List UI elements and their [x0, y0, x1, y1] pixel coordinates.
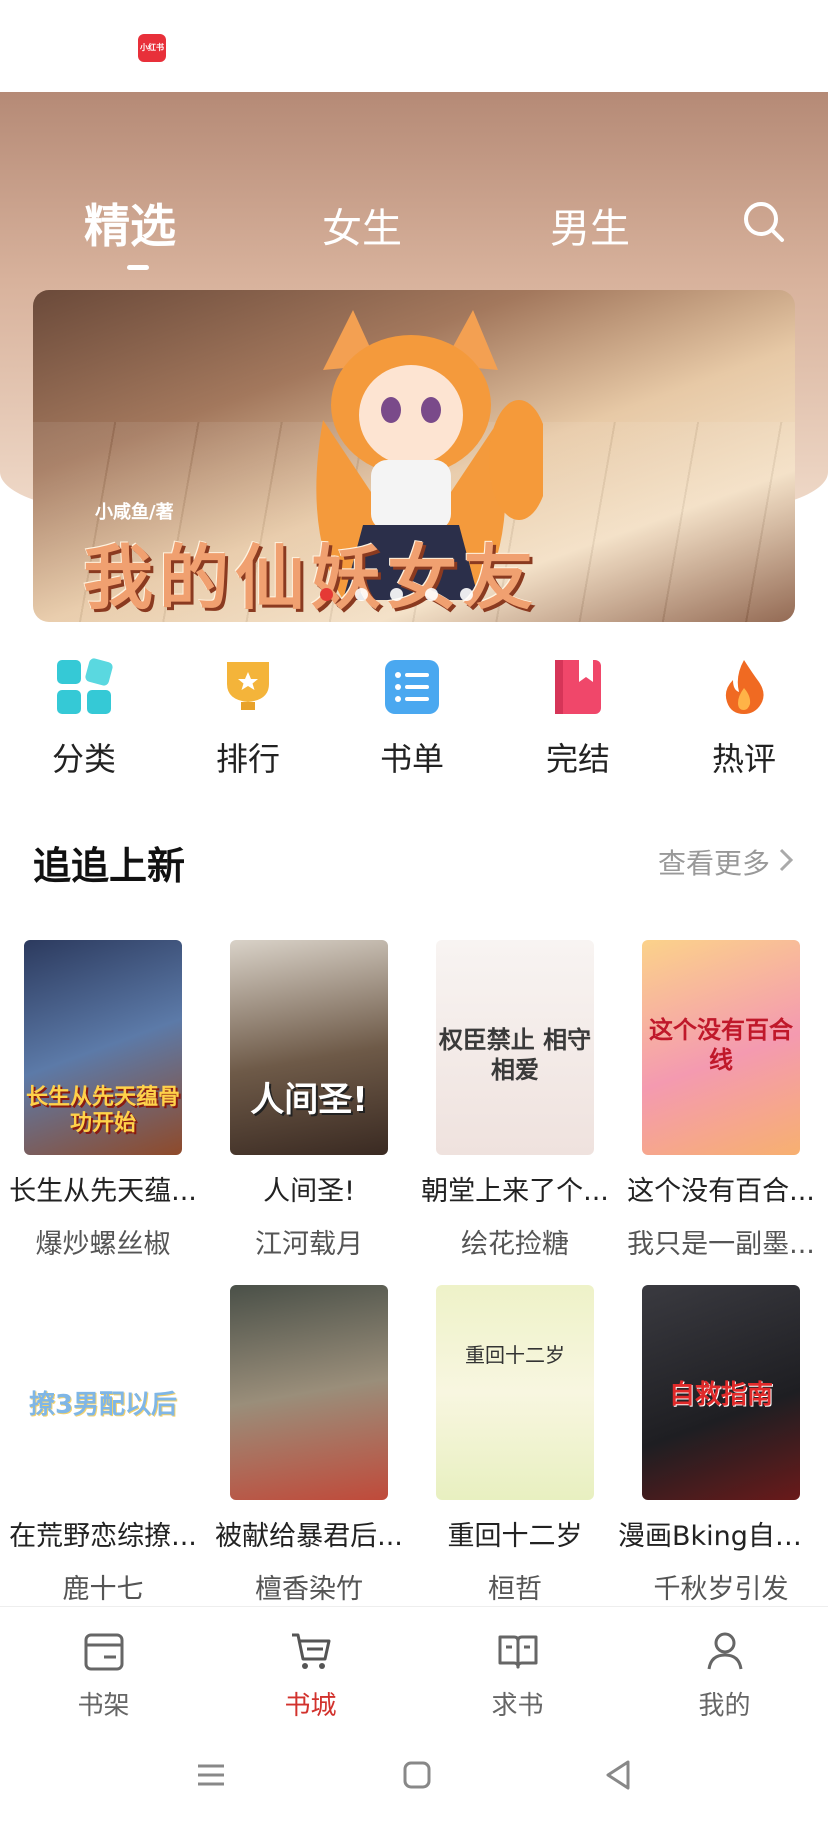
quick-link-label: 完结	[545, 740, 610, 778]
quick-link-label: 分类	[51, 740, 116, 778]
book-cover[interactable]: 权臣禁止 相守相爱	[436, 940, 594, 1155]
nav-bookshelf[interactable]: 书架	[0, 1629, 207, 1722]
book-card[interactable]: 被献给暴君后... 檀香染竹	[206, 1285, 412, 1606]
grid-icon	[57, 658, 113, 714]
tab-featured[interactable]: 精选	[84, 190, 176, 256]
book-cover[interactable]: 这个没有百合线	[642, 940, 800, 1155]
book-author: 爆炒螺丝椒	[35, 1229, 171, 1260]
bookshelf-icon	[84, 1633, 123, 1671]
book-card[interactable]: 权臣禁止 相守相爱 朝堂上来了个... 绘花捡糖	[412, 940, 618, 1261]
back-icon[interactable]	[602, 1758, 636, 1792]
chevron-right-icon[interactable]	[776, 848, 796, 872]
quick-link-label: 书单	[379, 740, 444, 778]
book-card[interactable]: 长生从先天蕴骨功开始 长生从先天蕴... 爆炒螺丝椒	[0, 940, 206, 1261]
tab-male[interactable]: 男生	[550, 196, 630, 254]
book-title: 重回十二岁	[447, 1521, 583, 1552]
trophy-icon	[227, 662, 269, 710]
book-title: 长生从先天蕴...	[9, 1176, 197, 1207]
flame-icon	[725, 660, 764, 714]
quick-link-hot-reviews[interactable]: 热评	[664, 650, 824, 790]
book-cover[interactable]: 重回十二岁	[436, 1285, 594, 1500]
quick-links: 分类 排行 书单 完结 热评	[0, 650, 828, 790]
carousel-dot[interactable]	[460, 588, 473, 601]
nav-label: 求书	[491, 1691, 544, 1721]
book-title: 人间圣!	[263, 1176, 355, 1207]
quick-link-completed[interactable]: 完结	[498, 650, 658, 790]
nav-label: 书城	[284, 1691, 337, 1721]
bookmark-book-icon	[555, 660, 601, 714]
book-cover[interactable]: 撩3男配以后	[24, 1285, 182, 1500]
quick-link-label: 热评	[711, 740, 776, 778]
cover-title-art: 权臣禁止 相守相爱	[438, 1026, 592, 1084]
active-tab-indicator	[127, 265, 149, 270]
book-author: 桓哲	[488, 1574, 542, 1605]
see-more-link[interactable]: 查看更多	[658, 842, 770, 882]
book-author: 檀香染竹	[255, 1574, 363, 1605]
app-notification-icon: 小红书	[138, 34, 166, 62]
book-title: 这个没有百合...	[627, 1176, 815, 1207]
carousel-dot[interactable]	[320, 588, 333, 601]
search-icon[interactable]	[740, 198, 788, 246]
nav-label: 书架	[77, 1691, 130, 1721]
book-author: 我只是一副墨...	[627, 1229, 815, 1260]
book-card[interactable]: 重回十二岁 重回十二岁 桓哲	[412, 1285, 618, 1606]
book-card[interactable]: 撩3男配以后 在荒野恋综撩... 鹿十七	[0, 1285, 206, 1606]
banner-book-title: 我的仙妖女友	[83, 537, 539, 619]
cover-title-art: 撩3男配以后	[28, 1390, 178, 1420]
quick-link-booklists[interactable]: 书单	[332, 650, 492, 790]
tab-female[interactable]: 女生	[322, 196, 402, 254]
book-author: 江河载月	[255, 1229, 363, 1260]
quick-link-label: 排行	[215, 740, 280, 778]
cover-title-art: 重回十二岁	[465, 1343, 565, 1367]
nav-profile[interactable]: 我的	[621, 1629, 828, 1722]
carousel-indicator	[320, 586, 495, 601]
book-title: 在荒野恋综撩...	[9, 1521, 197, 1552]
book-card[interactable]: 人间圣! 人间圣! 江河载月	[206, 940, 412, 1261]
section-title: 追追上新	[33, 844, 186, 888]
cover-title-art: 人间圣!	[250, 1080, 368, 1120]
book-cover[interactable]: 长生从先天蕴骨功开始	[24, 940, 182, 1155]
book-card[interactable]: 这个没有百合线 这个没有百合... 我只是一副墨...	[618, 940, 824, 1261]
channel-tabs: 精选 女生 男生	[0, 190, 828, 280]
carousel-dot[interactable]	[355, 588, 368, 601]
cover-title-art: 长生从先天蕴骨功开始	[25, 1085, 180, 1136]
book-title: 朝堂上来了个...	[421, 1176, 609, 1207]
quick-link-ranking[interactable]: 排行	[168, 650, 328, 790]
home-icon[interactable]	[400, 1758, 434, 1792]
cover-title-art: 这个没有百合线	[649, 1016, 793, 1074]
banner-author: 小咸鱼/著	[95, 502, 174, 523]
cover-title-art: 自救指南	[668, 1380, 773, 1410]
cart-icon	[291, 1633, 330, 1669]
book-cover[interactable]: 自救指南	[642, 1285, 800, 1500]
book-cover[interactable]: 人间圣!	[230, 940, 388, 1155]
quick-link-categories[interactable]: 分类	[4, 650, 164, 790]
book-author: 千秋岁引发	[653, 1574, 789, 1605]
carousel-dot[interactable]	[425, 588, 438, 601]
list-icon	[385, 660, 439, 714]
status-bar: 小红书	[0, 0, 828, 92]
book-card[interactable]: 自救指南 漫画Bking自救... 千秋岁引发	[618, 1285, 824, 1606]
promo-banner[interactable]: 小咸鱼/著 我的仙妖女友	[33, 290, 795, 622]
nav-bookstore[interactable]: 书城	[207, 1629, 414, 1722]
person-icon	[707, 1632, 742, 1670]
bottom-tab-bar: 书架 书城 求书 我的	[0, 1606, 828, 1727]
book-author: 绘花捡糖	[461, 1229, 569, 1260]
menu-icon[interactable]	[194, 1758, 228, 1792]
carousel-dot[interactable]	[390, 588, 403, 601]
book-cover[interactable]	[230, 1285, 388, 1500]
open-book-icon	[498, 1635, 537, 1669]
nav-label: 我的	[698, 1691, 751, 1721]
book-author: 鹿十七	[62, 1574, 144, 1605]
nav-request-book[interactable]: 求书	[414, 1629, 621, 1722]
book-title: 被献给暴君后...	[215, 1521, 403, 1552]
system-navigation-bar	[0, 1730, 828, 1821]
book-title: 漫画Bking自救...	[618, 1521, 824, 1552]
